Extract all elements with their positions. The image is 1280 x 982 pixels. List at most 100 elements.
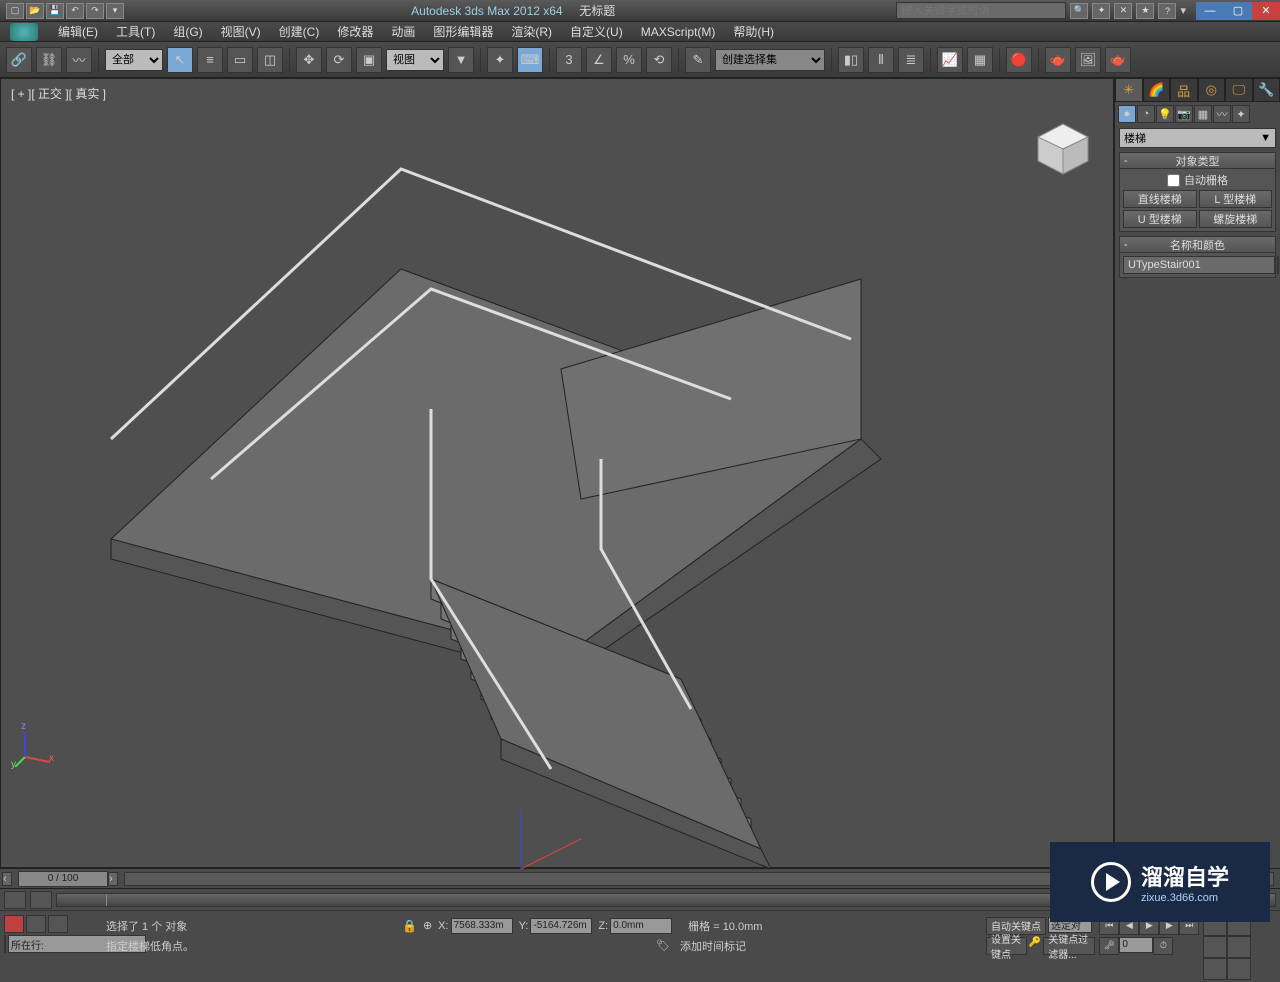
fov-icon[interactable] xyxy=(1203,936,1227,958)
pan-icon[interactable] xyxy=(1227,936,1251,958)
object-color-swatch[interactable] xyxy=(1277,256,1279,274)
object-name-input[interactable] xyxy=(1123,256,1275,274)
pivot-icon[interactable]: ▼ xyxy=(448,47,474,73)
schematic-icon[interactable]: ▦ xyxy=(967,47,993,73)
percent-snap-icon[interactable]: % xyxy=(616,47,642,73)
material-editor-icon[interactable]: 🔴 xyxy=(1006,47,1032,73)
menu-customize[interactable]: 自定义(U) xyxy=(562,21,631,42)
named-selection-edit-icon[interactable]: ✎ xyxy=(685,47,711,73)
current-frame-input[interactable] xyxy=(1119,937,1153,953)
keyboard-shortcut-icon[interactable]: ⌨ xyxy=(517,47,543,73)
rollout-name-color-header[interactable]: -名称和颜色 xyxy=(1119,236,1276,253)
tab-modify-icon[interactable]: 🌈 xyxy=(1143,78,1171,102)
curve-editor-icon[interactable]: 📈 xyxy=(937,47,963,73)
minimize-button[interactable]: — xyxy=(1196,2,1224,20)
orbit-icon[interactable] xyxy=(1203,958,1227,980)
exchange-icon[interactable]: ✕ xyxy=(1114,3,1132,19)
search-icon[interactable]: 🔍 xyxy=(1070,3,1088,19)
align-icon[interactable]: ⫴ xyxy=(868,47,894,73)
trackbar-filter-icon[interactable] xyxy=(30,891,52,909)
move-icon[interactable]: ✥ xyxy=(296,47,322,73)
select-object-icon[interactable]: ↖ xyxy=(167,47,193,73)
time-slider-left-icon[interactable]: ‹ xyxy=(2,872,12,886)
time-slider-right-icon[interactable]: › xyxy=(108,872,118,886)
trackbar-open-icon[interactable] xyxy=(4,891,26,909)
script-rec-icon[interactable] xyxy=(4,915,24,933)
btn-straight-stair[interactable]: 直线楼梯 xyxy=(1123,190,1197,208)
y-input[interactable] xyxy=(530,918,592,934)
tab-display-icon[interactable]: 🖵 xyxy=(1225,78,1253,102)
add-time-tag[interactable]: 添加时间标记 xyxy=(680,938,746,954)
z-input[interactable] xyxy=(610,918,672,934)
viewport[interactable]: [ + ][ 正交 ][ 真实 ] xyxy=(0,78,1114,868)
bind-icon[interactable]: 〰 xyxy=(66,47,92,73)
close-button[interactable]: ✕ xyxy=(1252,2,1280,20)
mirror-icon[interactable]: ▮▯ xyxy=(838,47,864,73)
app-logo-icon[interactable] xyxy=(10,23,38,41)
btn-spiral-stair[interactable]: 螺旋楼梯 xyxy=(1199,210,1273,228)
search-input[interactable] xyxy=(896,2,1066,19)
tab-hierarchy-icon[interactable]: 品 xyxy=(1170,78,1198,102)
time-config-icon[interactable]: ⏱ xyxy=(1153,937,1173,955)
menu-help[interactable]: 帮助(H) xyxy=(725,21,782,42)
unlink-icon[interactable]: ⛓ xyxy=(36,47,62,73)
maximize-button[interactable]: ▢ xyxy=(1224,2,1252,20)
select-rect-icon[interactable]: ▭ xyxy=(227,47,253,73)
qat-more-icon[interactable]: ▾ xyxy=(106,3,124,19)
x-input[interactable] xyxy=(451,918,513,934)
cat-geometry-icon[interactable]: ● xyxy=(1118,105,1136,123)
select-window-icon[interactable]: ◫ xyxy=(257,47,283,73)
script-play-icon[interactable] xyxy=(48,915,68,933)
cat-shapes-icon[interactable]: ◔ xyxy=(1137,105,1155,123)
spinner-snap-icon[interactable]: ⟲ xyxy=(646,47,672,73)
qat-new-icon[interactable]: ▢ xyxy=(6,3,24,19)
maximize-viewport-icon[interactable] xyxy=(1227,958,1251,980)
cat-cameras-icon[interactable]: 📷 xyxy=(1175,105,1193,123)
angle-snap-icon[interactable]: ∠ xyxy=(586,47,612,73)
tab-utilities-icon[interactable]: 🔧 xyxy=(1253,78,1280,102)
manipulate-icon[interactable]: ✦ xyxy=(487,47,513,73)
lock-icon[interactable]: 🔒 xyxy=(402,919,417,933)
menu-tools[interactable]: 工具(T) xyxy=(108,21,163,42)
qat-open-icon[interactable]: 📂 xyxy=(26,3,44,19)
render-icon[interactable]: 🫖 xyxy=(1105,47,1131,73)
autogrid-checkbox[interactable] xyxy=(1167,174,1180,187)
named-selection-set[interactable]: 创建选择集 xyxy=(715,49,825,71)
btn-u-stair[interactable]: U 型楼梯 xyxy=(1123,210,1197,228)
btn-l-stair[interactable]: L 型楼梯 xyxy=(1199,190,1273,208)
cat-helpers-icon[interactable]: ▦ xyxy=(1194,105,1212,123)
layer-icon[interactable]: ≣ xyxy=(898,47,924,73)
menu-create[interactable]: 创建(C) xyxy=(271,21,328,42)
menu-edit[interactable]: 编辑(E) xyxy=(50,21,106,42)
create-subcategory-select[interactable]: 楼梯▼ xyxy=(1119,128,1276,148)
key-filter-button[interactable]: 关键点过滤器... xyxy=(1043,937,1095,955)
qat-save-icon[interactable]: 💾 xyxy=(46,3,64,19)
favorite-icon[interactable]: ★ xyxy=(1136,3,1154,19)
cat-systems-icon[interactable]: ✦ xyxy=(1232,105,1250,123)
tab-create-icon[interactable]: ✳ xyxy=(1115,78,1143,102)
menu-animation[interactable]: 动画 xyxy=(383,21,423,42)
key-mode-icon[interactable]: 🗝 xyxy=(1099,937,1119,955)
cat-lights-icon[interactable]: 💡 xyxy=(1156,105,1174,123)
refcoord-select[interactable]: 视图 xyxy=(386,49,444,71)
selection-filter-select[interactable]: 全部 xyxy=(105,49,163,71)
help-icon[interactable]: ? xyxy=(1158,3,1176,19)
qat-redo-icon[interactable]: ↷ xyxy=(86,3,104,19)
key-filter-icon[interactable]: 🔑 xyxy=(1029,937,1041,955)
link-icon[interactable]: 🔗 xyxy=(6,47,32,73)
script-line-icon[interactable] xyxy=(4,935,6,953)
time-slider[interactable]: 0 / 100 xyxy=(18,871,108,887)
viewcube[interactable] xyxy=(1033,119,1093,179)
tab-motion-icon[interactable]: ◎ xyxy=(1198,78,1226,102)
menu-modifiers[interactable]: 修改器 xyxy=(329,21,381,42)
menu-views[interactable]: 视图(V) xyxy=(213,21,269,42)
subscription-icon[interactable]: ✦ xyxy=(1092,3,1110,19)
coord-mode-icon[interactable]: ⊕ xyxy=(423,919,432,932)
rollout-object-type-header[interactable]: -对象类型 xyxy=(1119,152,1276,169)
menu-maxscript[interactable]: MAXScript(M) xyxy=(633,23,724,41)
menu-rendering[interactable]: 渲染(R) xyxy=(503,21,560,42)
rotate-icon[interactable]: ⟳ xyxy=(326,47,352,73)
menu-group[interactable]: 组(G) xyxy=(165,21,210,42)
menu-grapheditors[interactable]: 图形编辑器 xyxy=(425,21,501,42)
scale-icon[interactable]: ▣ xyxy=(356,47,382,73)
